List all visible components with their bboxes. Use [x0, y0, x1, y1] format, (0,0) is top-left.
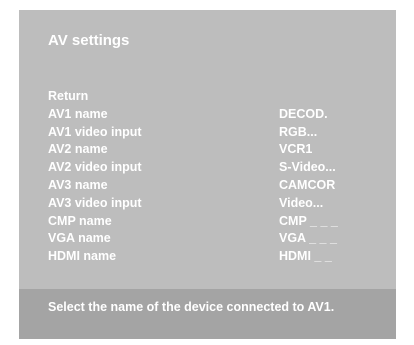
- menu-item-value: S-Video...: [279, 160, 336, 175]
- menu-item-av2-name[interactable]: AV2 name VCR1: [19, 141, 396, 159]
- menu-item-label: AV2 video input: [48, 160, 142, 175]
- menu-item-value: CAMCOR: [279, 177, 336, 192]
- menu-item-label: AV1 name: [48, 106, 108, 121]
- menu-item-value: DECOD.: [279, 106, 328, 121]
- menu-item-hdmi-name[interactable]: HDMI name HDMI _ _: [19, 248, 396, 266]
- menu-item-av3-video-input[interactable]: AV3 video input Video...: [19, 195, 396, 213]
- menu-item-vga-name[interactable]: VGA name VGA _ _ _: [19, 230, 396, 248]
- menu-item-label: AV1 video input: [48, 124, 142, 139]
- menu-item-value: CMP _ _ _: [279, 213, 338, 228]
- menu-item-av1-name[interactable]: AV1 name DECOD.: [19, 106, 396, 124]
- menu-item-value: HDMI _ _: [279, 249, 332, 264]
- menu-item-av2-video-input[interactable]: AV2 video input S-Video...: [19, 159, 396, 177]
- menu-item-value: VGA _ _ _: [279, 231, 337, 246]
- menu-item-label: AV2 name: [48, 142, 108, 157]
- menu-item-return[interactable]: Return: [19, 88, 396, 106]
- menu-item-av1-video-input[interactable]: AV1 video input RGB...: [19, 124, 396, 142]
- menu-item-label: AV3 name: [48, 177, 108, 192]
- page-title: AV settings: [48, 32, 130, 49]
- menu-item-av3-name[interactable]: AV3 name CAMCOR: [19, 177, 396, 195]
- menu-item-label: VGA name: [48, 231, 111, 246]
- help-bar: Select the name of the device connected …: [19, 289, 396, 339]
- menu-item-value: VCR1: [279, 142, 313, 157]
- menu-item-label: Return: [48, 89, 89, 103]
- menu-item-label: HDMI name: [48, 249, 117, 264]
- menu-item-label: AV3 video input: [48, 195, 142, 210]
- settings-menu: Return AV1 name DECOD. AV1 video input R…: [19, 88, 396, 266]
- av-settings-panel: AV settings Return AV1 name DECOD. AV1 v…: [19, 10, 396, 339]
- menu-item-value: RGB...: [279, 124, 318, 139]
- help-text: Select the name of the device connected …: [48, 300, 335, 314]
- menu-item-cmp-name[interactable]: CMP name CMP _ _ _: [19, 213, 396, 231]
- menu-item-value: Video...: [279, 195, 324, 210]
- menu-item-label: CMP name: [48, 213, 112, 228]
